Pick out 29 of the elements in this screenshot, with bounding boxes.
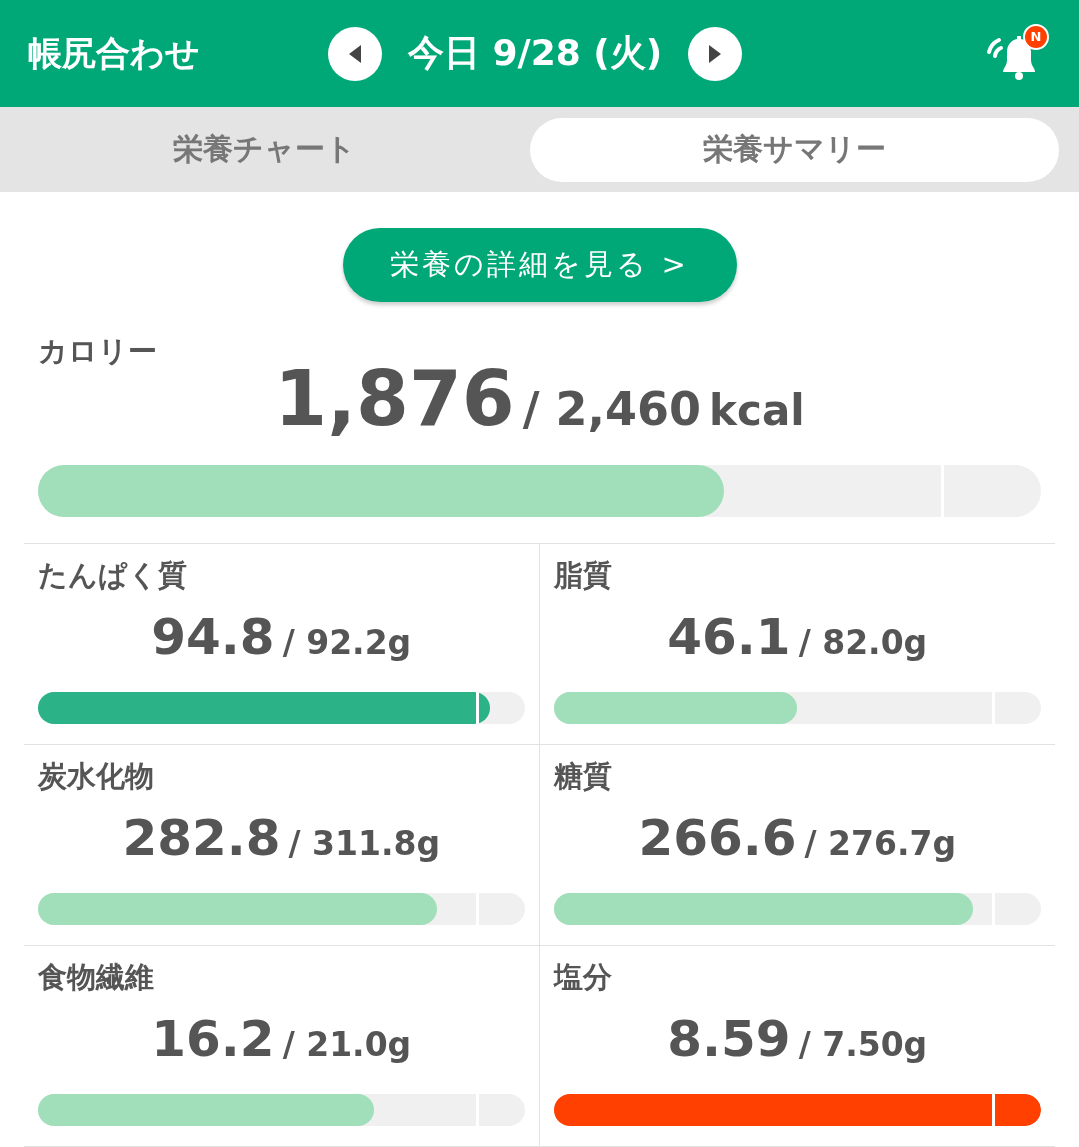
nutrient-value: 46.1 xyxy=(667,608,791,666)
tab[interactable]: 栄養チャート xyxy=(0,117,530,182)
nutrient-target: / 82.0g xyxy=(798,623,928,662)
nutrient-value: 282.8 xyxy=(122,809,281,867)
nutrient-value: 266.6 xyxy=(638,809,797,867)
nutrient-target: / 21.0g xyxy=(282,1025,412,1064)
nutrient-target: / 311.8g xyxy=(288,824,441,863)
nutrient-target: / 276.7g xyxy=(804,824,957,863)
unit-label: kcal xyxy=(709,386,805,435)
nutrient-value: 8.59 xyxy=(667,1010,791,1068)
nutrient-value: 94.8 xyxy=(151,608,275,666)
nutrient-target: / 92.2g xyxy=(282,623,412,662)
nutrient-label: カロリー xyxy=(38,333,158,370)
nutrient-value: 16.2 xyxy=(151,1010,275,1068)
nutrient-label: たんぱく質 xyxy=(38,557,188,594)
tab[interactable]: 栄養サマリー xyxy=(529,117,1059,182)
date-label: 今日 9/28 (火) xyxy=(408,31,663,75)
nutrient-label: 食物繊維 xyxy=(38,959,155,996)
previous-day-button[interactable] xyxy=(328,26,382,81)
nutrient-value: 1,876 xyxy=(274,354,515,443)
nutrient-target: / 7.50g xyxy=(798,1025,928,1064)
nutrient-label: 脂質 xyxy=(553,557,613,594)
nutrient-label: 塩分 xyxy=(553,959,613,996)
nutrient-label: 炭水化物 xyxy=(38,758,155,795)
nutrient-label: 糖質 xyxy=(553,758,613,795)
notification-badge: N xyxy=(1023,23,1049,50)
nutrition-details-button[interactable]: 栄養の詳細を見る > xyxy=(342,228,737,302)
nutrient-target: / 2,460 xyxy=(522,382,702,436)
app-title: 帳尻合わせ xyxy=(28,31,201,75)
